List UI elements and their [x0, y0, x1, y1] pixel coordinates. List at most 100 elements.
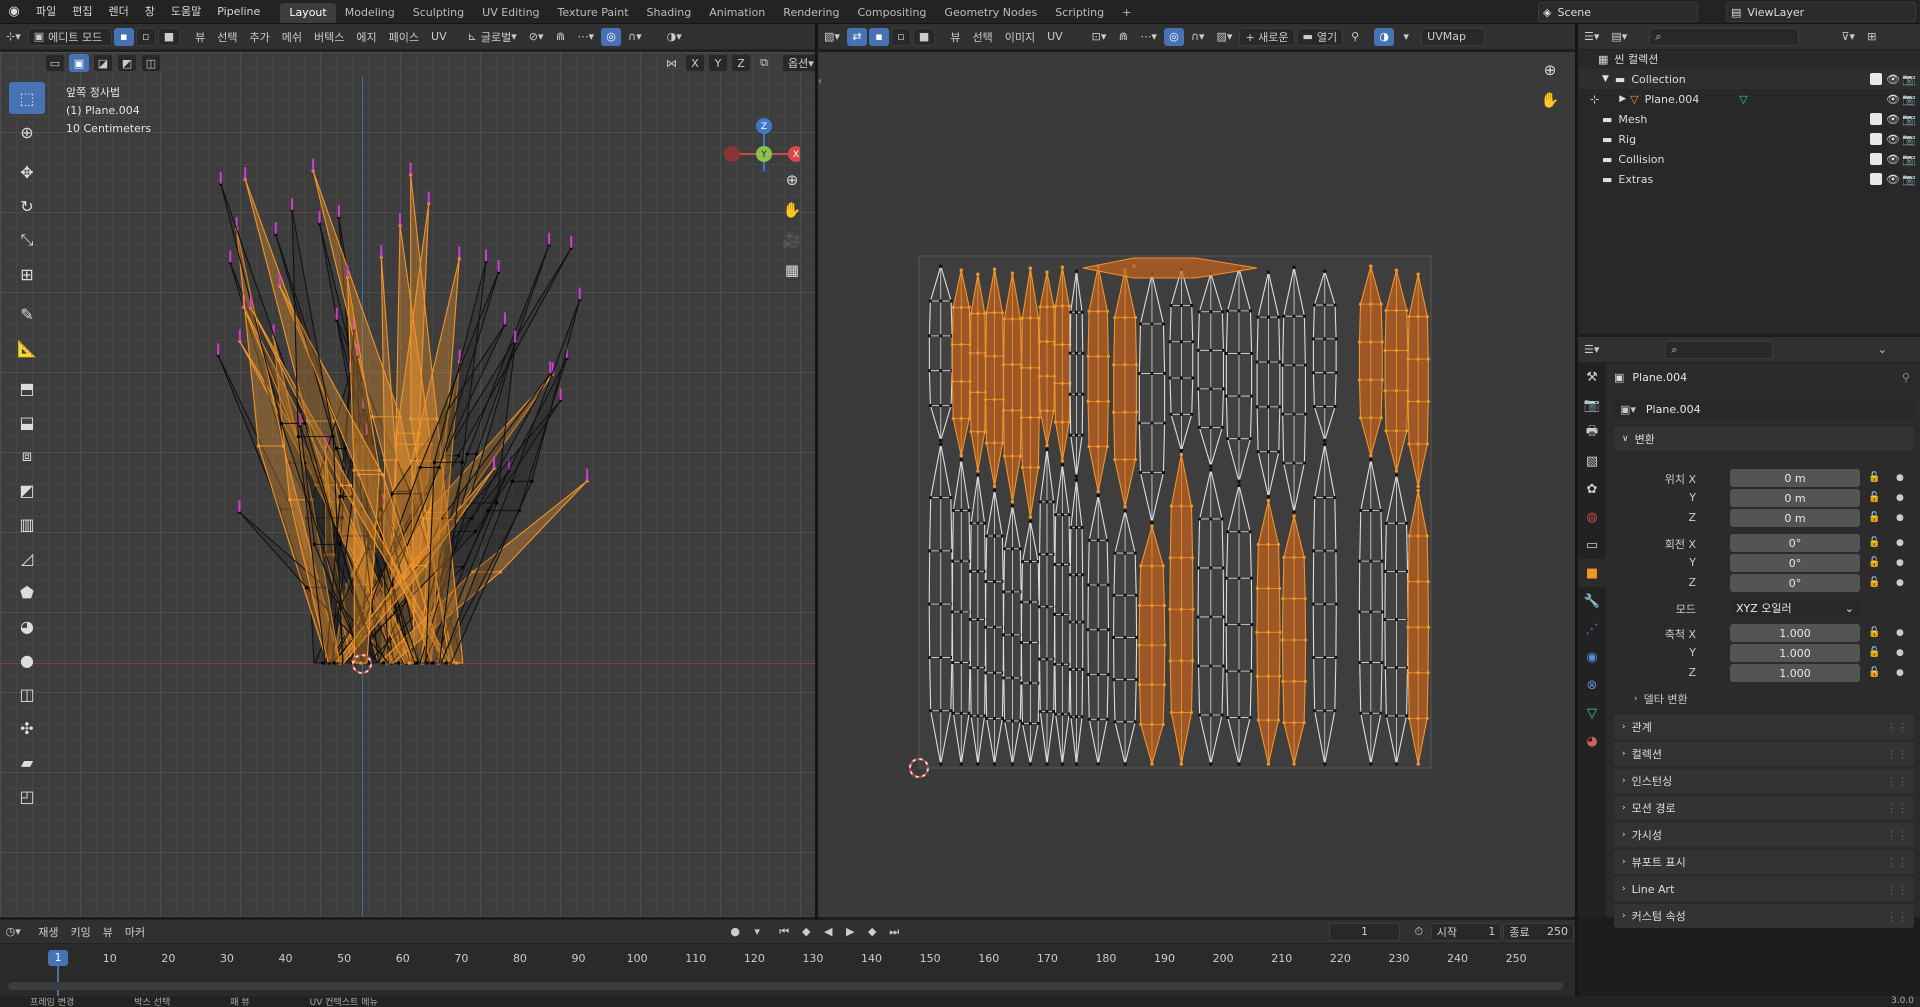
- uv-vertex[interactable]: [939, 709, 943, 713]
- drag-handle-icon[interactable]: ⋮⋮: [1886, 883, 1908, 896]
- uv-vertex[interactable]: [1225, 576, 1229, 580]
- mesh-vertex[interactable]: [338, 542, 342, 546]
- uv-vertex[interactable]: [1406, 580, 1410, 584]
- scale-y-field[interactable]: 1.000: [1730, 644, 1860, 662]
- uv-vertex[interactable]: [1179, 659, 1183, 663]
- uv-vertex[interactable]: [1060, 762, 1064, 766]
- uv-vertex[interactable]: [1292, 461, 1296, 465]
- keyframe-dot-icon[interactable]: ●: [1896, 628, 1904, 638]
- drag-handle-icon[interactable]: ⋮⋮: [1886, 775, 1908, 788]
- uv-vertex[interactable]: [1010, 719, 1015, 723]
- uv-vertex[interactable]: [1416, 442, 1420, 446]
- uv-vertex[interactable]: [976, 390, 980, 394]
- uv-vertex[interactable]: [1134, 363, 1139, 367]
- lock-icon[interactable]: 🔓: [1868, 512, 1880, 523]
- uv-vertex[interactable]: [950, 379, 954, 384]
- uv-vertex[interactable]: [1074, 715, 1079, 719]
- uv-pivot-icon[interactable]: ⊡▾: [1087, 28, 1112, 46]
- uv-vertex[interactable]: [1292, 638, 1296, 642]
- render-camera-icon[interactable]: 📷: [1902, 93, 1916, 106]
- filter-icon[interactable]: ⊽▾: [1836, 28, 1860, 46]
- uv-vertex[interactable]: [1074, 433, 1079, 437]
- uv-vertex[interactable]: [1000, 534, 1004, 538]
- uv-vertex[interactable]: [1416, 484, 1420, 488]
- eye-icon[interactable]: 👁: [1886, 113, 1900, 126]
- uv-vertex[interactable]: [1038, 409, 1042, 413]
- uv-vertex[interactable]: [1323, 438, 1327, 442]
- collapsed-panel-header[interactable]: › 컬렉션 ⋮⋮: [1614, 742, 1914, 766]
- uv-vertex[interactable]: [1323, 269, 1327, 273]
- uv-vertex[interactable]: [1169, 504, 1173, 508]
- jump-end-icon[interactable]: ⏭: [884, 923, 904, 941]
- uv-vertex[interactable]: [1134, 678, 1138, 682]
- uv-vertex[interactable]: [959, 660, 963, 665]
- outliner-search-input[interactable]: ⌕: [1649, 27, 1800, 46]
- uv-vertex[interactable]: [1220, 713, 1224, 717]
- uv-vertex[interactable]: [928, 549, 932, 553]
- uv-vertex[interactable]: [951, 508, 955, 512]
- uv-vertex[interactable]: [1416, 625, 1420, 629]
- uv-vertex[interactable]: [1323, 442, 1327, 446]
- uv-vertex[interactable]: [1028, 640, 1032, 645]
- mesh-vertex[interactable]: [257, 444, 261, 448]
- uv-vertex[interactable]: [1190, 556, 1195, 560]
- properties-options-icon[interactable]: ⌄: [1872, 341, 1892, 359]
- constraints-tab-icon[interactable]: ⊗: [1578, 671, 1606, 699]
- uv-vertex[interactable]: [1380, 610, 1384, 614]
- uv-vertex[interactable]: [950, 559, 955, 563]
- uv-vertex[interactable]: [1045, 270, 1049, 274]
- keyframe-dot-icon[interactable]: ●: [1896, 473, 1904, 483]
- uv-vertex[interactable]: [1037, 374, 1042, 378]
- location-x-field[interactable]: 0 m: [1730, 469, 1860, 487]
- mesh-vertex[interactable]: [338, 495, 342, 499]
- uv-vertex[interactable]: [1168, 376, 1172, 380]
- uv-vertex[interactable]: [1179, 376, 1183, 380]
- uv-vertex[interactable]: [1010, 590, 1015, 594]
- uv-vertex[interactable]: [1002, 676, 1006, 680]
- uv-vertex[interactable]: [1379, 416, 1383, 420]
- uv-vertex[interactable]: [1003, 719, 1007, 723]
- uv-vertex[interactable]: [1425, 534, 1429, 538]
- uv-vertex[interactable]: [1137, 421, 1141, 425]
- uv-vertex[interactable]: [1123, 505, 1127, 509]
- uv-vertex[interactable]: [1266, 762, 1271, 766]
- uv-vertex[interactable]: [992, 488, 997, 492]
- uv-vertex[interactable]: [1256, 718, 1260, 722]
- timeline-scrollbar[interactable]: [8, 982, 1563, 990]
- uv-vertex[interactable]: [1060, 381, 1064, 385]
- uv-vertex[interactable]: [1038, 709, 1042, 714]
- uv-vertex[interactable]: [1168, 607, 1172, 611]
- uv-vertex[interactable]: [1106, 628, 1111, 632]
- uv-vertex[interactable]: [1068, 620, 1072, 624]
- uv-vertex[interactable]: [1334, 371, 1338, 375]
- uv-vertex[interactable]: [1133, 551, 1137, 555]
- uv-vertex[interactable]: [1067, 304, 1071, 308]
- uv-vertex[interactable]: [1086, 583, 1090, 587]
- uv-vertex[interactable]: [1407, 534, 1411, 538]
- uv-vertex[interactable]: [1266, 315, 1271, 319]
- uv-vertex[interactable]: [1105, 538, 1109, 542]
- mesh-vertex[interactable]: [343, 447, 347, 451]
- object-tab-icon[interactable]: ■: [1578, 559, 1606, 587]
- scene-tab-icon[interactable]: ✿: [1578, 475, 1606, 503]
- uv-vertex[interactable]: [1053, 304, 1058, 308]
- uv-vertex[interactable]: [1292, 412, 1296, 416]
- timeline-menu-item[interactable]: 키잉: [66, 923, 96, 941]
- collection-tab-icon[interactable]: ▭: [1578, 531, 1606, 559]
- uv-vertex[interactable]: [1220, 310, 1224, 314]
- outliner-item-rig[interactable]: ▬ Rig 👁 📷: [1578, 129, 1920, 149]
- render-camera-icon[interactable]: 📷: [1902, 173, 1916, 186]
- viewport-menu-item[interactable]: 선택: [212, 28, 242, 46]
- uv-vertex[interactable]: [1303, 412, 1308, 416]
- uv-vertex[interactable]: [1426, 625, 1431, 629]
- uv-vertex[interactable]: [1139, 722, 1143, 726]
- uv-vertex[interactable]: [1292, 679, 1296, 683]
- uv-vertex[interactable]: [1074, 269, 1079, 273]
- mesh-vertex[interactable]: [460, 460, 464, 464]
- uv-vertex[interactable]: [1209, 387, 1213, 391]
- uv-vertex[interactable]: [1266, 630, 1271, 634]
- uv-vertex[interactable]: [967, 305, 971, 309]
- uv-vertex[interactable]: [1197, 310, 1201, 314]
- uv-vertex[interactable]: [1394, 348, 1399, 353]
- workspace-tab[interactable]: Sculpting: [404, 3, 473, 23]
